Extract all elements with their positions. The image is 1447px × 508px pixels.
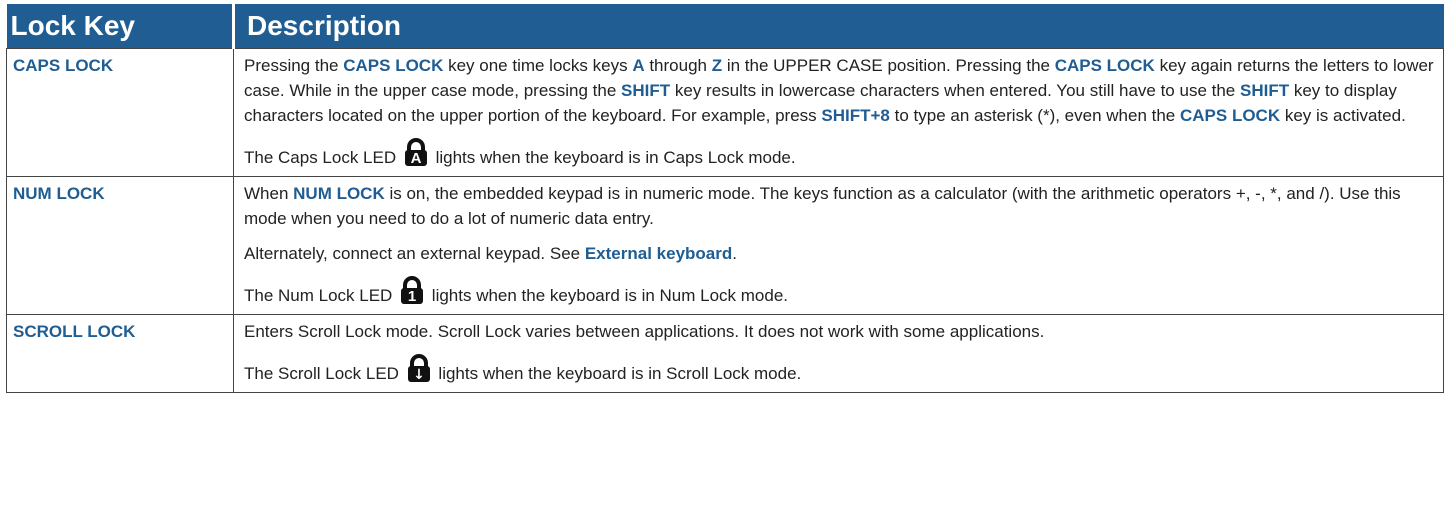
lock-key-name: CAPS LOCK — [6, 48, 234, 177]
led-paragraph: The Num Lock LED 1 lights when the keybo… — [244, 276, 1435, 311]
column-header-description: Description — [233, 4, 1444, 49]
lock-key-description: When NUM LOCK is on, the embedded keypad… — [233, 176, 1444, 315]
lock-key-name: NUM LOCK — [6, 176, 234, 315]
table-row-caps-lock: CAPS LOCK Pressing the CAPS LOCK key one… — [6, 48, 1444, 177]
lock-key-table: Lock Key Description CAPS LOCK Pressing … — [6, 4, 1444, 393]
svg-text:1: 1 — [408, 288, 416, 304]
table-row-scroll-lock: SCROLL LOCK Enters Scroll Lock mode. Scr… — [6, 314, 1444, 393]
description-paragraph: Pressing the CAPS LOCK key one time lock… — [244, 56, 1434, 125]
description-paragraph: When NUM LOCK is on, the embedded keypad… — [244, 184, 1401, 228]
description-paragraph: Enters Scroll Lock mode. Scroll Lock var… — [244, 322, 1045, 341]
column-header-lock-key: Lock Key — [6, 4, 235, 49]
num-lock-led-icon: 1 — [399, 276, 425, 311]
lock-key-name: SCROLL LOCK — [6, 314, 234, 393]
external-keyboard-link[interactable]: External keyboard — [585, 244, 732, 263]
lock-key-description: Pressing the CAPS LOCK key one time lock… — [233, 48, 1444, 177]
table-header-row: Lock Key Description — [6, 4, 1444, 49]
external-keypad-paragraph: Alternately, connect an external keypad.… — [244, 244, 737, 263]
caps-lock-led-icon: A — [403, 138, 429, 173]
led-paragraph: The Scroll Lock LED ↓ lights when the ke… — [244, 354, 1435, 389]
scroll-lock-led-icon: ↓ — [406, 354, 432, 389]
led-paragraph: The Caps Lock LED A lights when the keyb… — [244, 138, 1435, 173]
lock-key-description: Enters Scroll Lock mode. Scroll Lock var… — [233, 314, 1444, 393]
svg-text:↓: ↓ — [413, 367, 425, 382]
svg-text:A: A — [410, 150, 421, 166]
table-row-num-lock: NUM LOCK When NUM LOCK is on, the embedd… — [6, 176, 1444, 315]
